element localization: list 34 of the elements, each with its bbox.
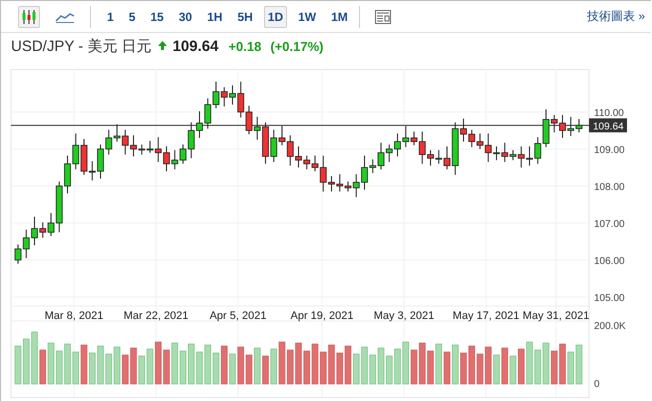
last-price: 109.64 [172, 38, 218, 55]
interval-tab[interactable]: 15 [146, 6, 168, 28]
volume-axis-label: 200.0K [594, 321, 626, 332]
date-axis-label: Apr 19, 2021 [290, 310, 354, 322]
price-axis-label: 106.00 [594, 256, 625, 267]
date-axis-label: May 3, 2021 [374, 310, 434, 322]
interval-tab[interactable]: 30 [174, 6, 196, 28]
interval-tab[interactable]: 1W [294, 6, 320, 28]
date-axis-label: Apr 5, 2021 [210, 310, 266, 322]
currency-pair-title: USD/JPY - 美元 日元 [11, 37, 152, 56]
interval-tab[interactable]: 1M [327, 6, 352, 28]
candlestick-icon [21, 8, 37, 24]
price-axis-label: 107.00 [594, 219, 625, 230]
interval-tab[interactable]: 5H [233, 6, 257, 28]
price-axis-label: 108.00 [594, 182, 625, 193]
current-price-tag: 109.64 [589, 118, 627, 132]
interval-tab[interactable]: 1 [103, 6, 118, 28]
technical-charts-link[interactable]: 技術圖表 » [586, 8, 645, 25]
price-change: +0.18 [228, 39, 262, 54]
interval-tab[interactable]: 5 [124, 6, 140, 28]
price-axis-label: 109.00 [594, 145, 625, 156]
date-axis-label: Mar 22, 2021 [124, 310, 188, 322]
line-chart-icon [55, 10, 75, 22]
percent-change: (+0.17%) [270, 39, 324, 54]
price-axis-label: 110.00 [594, 108, 624, 119]
price-axis-label: 105.00 [594, 293, 625, 304]
interval-tab[interactable]: 1D [264, 6, 288, 28]
date-axis-label: May 17, 2021 [452, 310, 520, 322]
candlestick-chart-button[interactable] [18, 6, 40, 28]
date-axis-label: Mar 8, 2021 [44, 310, 104, 322]
volume-axis-label: 0 [594, 379, 600, 390]
date-axis-label: May 31, 2021 [522, 310, 590, 322]
document-icon [374, 10, 391, 24]
interval-tab[interactable]: 1H [203, 6, 226, 28]
